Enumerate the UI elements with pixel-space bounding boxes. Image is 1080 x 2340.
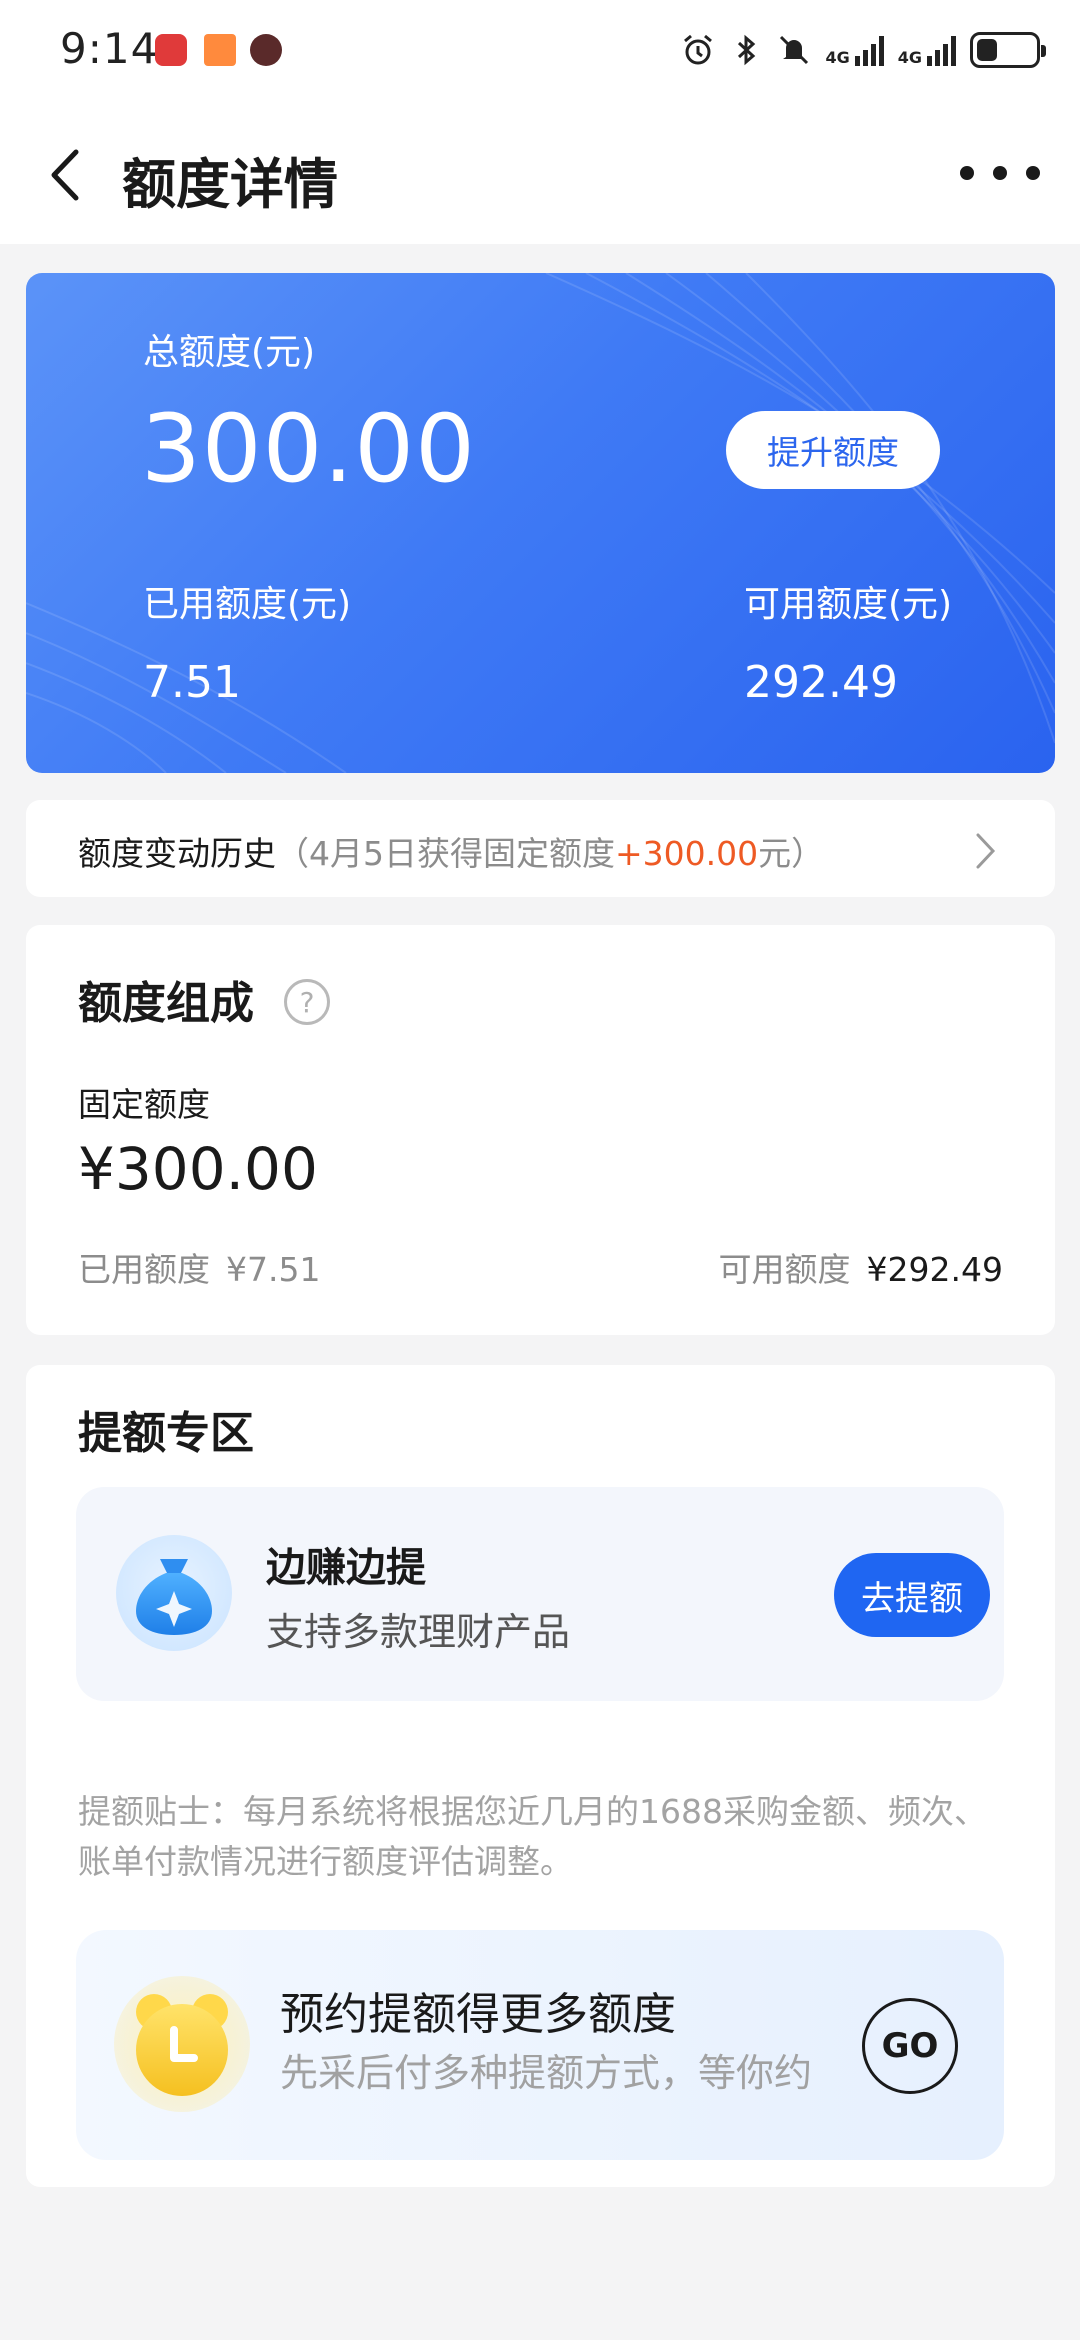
battery-icon — [970, 32, 1046, 68]
book-app-icon — [204, 34, 236, 66]
history-amount: +300.00 — [615, 834, 759, 873]
history-detail-prefix: （4月5日获得固定额度 — [276, 834, 615, 873]
available-credit-value: 292.49 — [744, 657, 898, 708]
composition-used: 已用额度 ¥7.51 — [78, 1243, 320, 1291]
composition-title: 额度组成 — [78, 978, 254, 1029]
alarm-clock-icon — [114, 1976, 250, 2112]
reserve-subtitle: 先采后付多种提额方式，等你约 — [280, 2051, 813, 2095]
composition-available: 可用额度 ¥292.49 — [719, 1243, 1003, 1291]
used-credit-label: 已用额度(元) — [143, 584, 352, 625]
composition-used-value: ¥7.51 — [226, 1250, 321, 1289]
help-icon[interactable]: ? — [284, 979, 330, 1025]
fixed-credit-value: ¥300.00 — [78, 1135, 318, 1203]
status-time: 9:14 — [60, 24, 159, 73]
signal-icon-sim2: 4G — [898, 34, 956, 66]
credit-history-row[interactable]: 额度变动历史（4月5日获得固定额度+300.00元） — [26, 800, 1055, 897]
back-arrow-icon[interactable] — [40, 140, 90, 210]
avatar-app-icon — [250, 34, 282, 66]
reserve-raise-banner[interactable]: 预约提额得更多额度 先采后付多种提额方式，等你约 GO — [76, 1930, 1004, 2160]
more-dot-icon — [993, 166, 1007, 180]
go-raise-button[interactable]: 去提额 — [834, 1553, 990, 1637]
alarm-icon — [684, 34, 713, 65]
sim2-label: 4G — [897, 48, 922, 67]
total-credit-label: 总额度(元) — [143, 332, 316, 373]
more-dot-icon — [960, 166, 974, 180]
raise-credit-button[interactable]: 提升额度 — [726, 411, 940, 489]
raise-zone-card: 提额专区 边赚边提 支持多款理财产品 去提额 提额贴士：每月系统将根据您近几月的… — [26, 1365, 1055, 2187]
status-bar: 9:14 4G 4G — [0, 0, 1080, 100]
page-title: 额度详情 — [122, 153, 338, 216]
used-credit-value: 7.51 — [143, 657, 241, 708]
available-credit-label: 可用额度(元) — [744, 584, 953, 625]
chevron-right-icon — [976, 833, 996, 869]
history-label: 额度变动历史 — [78, 834, 276, 873]
nav-bar: 额度详情 — [0, 100, 1080, 244]
composition-available-value: ¥292.49 — [866, 1250, 1003, 1289]
total-credit-value: 300.00 — [141, 395, 476, 504]
credit-history-text: 额度变动历史（4月5日获得固定额度+300.00元） — [78, 827, 824, 875]
signal-icon-sim1: 4G — [825, 34, 884, 67]
composition-used-label: 已用额度 — [78, 1250, 210, 1289]
money-bag-icon — [116, 1535, 232, 1651]
go-button[interactable]: GO — [862, 1998, 958, 2094]
credit-composition-card: 额度组成 ? 固定额度 ¥300.00 已用额度 ¥7.51 可用额度 ¥292.4… — [26, 925, 1055, 1335]
sim1-label: 4G — [825, 48, 850, 67]
status-icons: 4G 4G — [681, 28, 1046, 72]
mute-icon — [780, 35, 809, 65]
bluetooth-icon — [738, 34, 756, 66]
more-dot-icon — [1026, 166, 1040, 180]
credit-summary-card: 总额度(元) 300.00 提升额度 已用额度(元) 可用额度(元) 7.51 … — [26, 273, 1055, 773]
history-detail-suffix: 元） — [758, 834, 825, 873]
composition-available-label: 可用额度 — [718, 1250, 851, 1289]
fixed-credit-label: 固定额度 — [78, 1085, 210, 1124]
raise-tip-text: 提额贴士：每月系统将根据您近几月的1688采购金额、频次、账单付款情况进行额度评… — [78, 1792, 987, 1881]
earn-and-raise-card: 边赚边提 支持多款理财产品 去提额 — [76, 1487, 1004, 1701]
raise-zone-title: 提额专区 — [78, 1408, 254, 1459]
huawei-app-icon — [155, 34, 187, 66]
battery-level — [977, 39, 997, 61]
earn-title: 边赚边提 — [266, 1545, 426, 1591]
reserve-title: 预约提额得更多额度 — [280, 1989, 676, 2040]
more-options-button[interactable] — [960, 158, 1040, 188]
earn-subtitle: 支持多款理财产品 — [266, 1610, 571, 1654]
